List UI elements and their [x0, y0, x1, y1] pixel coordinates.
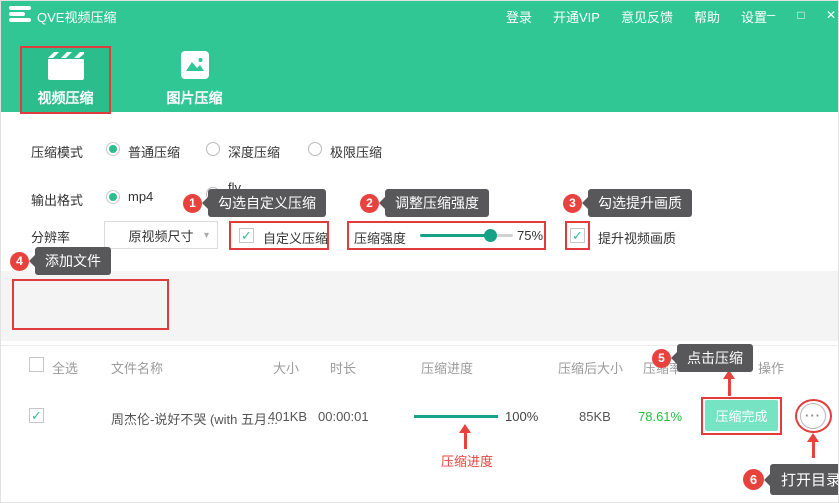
tooltip-5-number: 5: [652, 349, 671, 368]
strength-value: 75%: [517, 228, 543, 243]
film-clapper-icon: [47, 51, 85, 83]
tooltip-6: 6 打开目录: [743, 464, 839, 495]
radio-extreme-compress[interactable]: [308, 142, 322, 156]
strength-slider[interactable]: [420, 234, 513, 237]
app-title: QVE视频压缩: [37, 7, 116, 26]
row-duration: 00:00:01: [318, 409, 369, 424]
topbar-links: 登录 开通VIP 意见反馈 帮助 设置: [506, 7, 767, 26]
tooltip-4-number: 4: [10, 252, 29, 271]
header-size: 大小: [273, 358, 299, 377]
radio-mp4-label[interactable]: mp4: [128, 189, 153, 204]
select-all-checkbox[interactable]: [29, 357, 44, 372]
radio-normal-label[interactable]: 普通压缩: [128, 142, 180, 161]
app-logo-icon: [9, 6, 31, 23]
header-duration: 时长: [330, 358, 356, 377]
table-row: 周杰伦-说好不哭 (with 五月... 401KB 00:00:01 100%…: [1, 393, 839, 441]
row-file-name: 周杰伦-说好不哭 (with 五月...: [111, 409, 278, 428]
header-action: 操作: [758, 358, 784, 377]
tooltip-5: 5 点击压缩: [652, 344, 753, 372]
arrow-to-more-button: [807, 433, 819, 458]
header-file-name: 文件名称: [111, 358, 163, 377]
arrow-to-compress-button: [723, 370, 735, 396]
image-icon: [181, 51, 209, 79]
tooltip-4-text: 添加文件: [35, 247, 111, 275]
format-label: 输出格式: [31, 190, 83, 209]
more-actions-button[interactable]: ···: [800, 403, 826, 429]
header-after-size: 压缩后大小: [558, 358, 623, 377]
resolution-dropdown[interactable]: 原视频尺寸 ▾: [104, 221, 218, 249]
feedback-link[interactable]: 意见反馈: [621, 7, 673, 26]
custom-compress-checkbox[interactable]: [239, 228, 254, 243]
tab-image-label: 图片压缩: [149, 88, 240, 108]
tooltip-4: 4 添加文件: [10, 247, 111, 275]
radio-normal-compress[interactable]: [106, 142, 120, 156]
annotation-box-add-video: [12, 279, 169, 330]
tooltip-3: 3 勾选提升画质: [563, 189, 692, 217]
tooltip-1-text: 勾选自定义压缩: [208, 189, 326, 217]
row-ratio: 78.61%: [638, 409, 682, 424]
tooltip-1-number: 1: [183, 194, 202, 213]
mode-label: 压缩模式: [31, 142, 83, 161]
tab-video-compress[interactable]: 视频压缩: [20, 46, 111, 114]
file-toolbar: 添加视频文件 选择文件夹，导入要压缩的视频 一键压缩: [1, 271, 839, 341]
tooltip-2: 2 调整压缩强度: [360, 189, 489, 217]
row-size: 401KB: [268, 409, 307, 424]
app-window: QVE视频压缩 登录 开通VIP 意见反馈 帮助 设置 ─ □ ✕ 视频压缩: [0, 0, 839, 503]
arrow-to-progress-bar: [459, 424, 471, 449]
tooltip-2-text: 调整压缩强度: [385, 189, 489, 217]
strength-slider-knob[interactable]: [484, 229, 497, 242]
minimize-icon[interactable]: ─: [764, 8, 778, 22]
strength-label: 压缩强度: [354, 228, 406, 247]
compress-done-button[interactable]: 压缩完成: [705, 400, 778, 431]
enhance-quality-checkbox[interactable]: [570, 228, 585, 243]
tooltip-3-text: 勾选提升画质: [588, 189, 692, 217]
radio-extreme-label[interactable]: 极限压缩: [330, 142, 382, 161]
help-link[interactable]: 帮助: [694, 7, 720, 26]
window-controls: ─ □ ✕: [764, 1, 838, 28]
radio-deep-label[interactable]: 深度压缩: [228, 142, 280, 161]
chevron-down-icon: ▾: [204, 230, 209, 241]
strength-slider-fill: [420, 234, 490, 237]
vip-link[interactable]: 开通VIP: [553, 7, 600, 26]
row-progress-percent: 100%: [505, 409, 538, 424]
tooltip-2-number: 2: [360, 194, 379, 213]
close-icon[interactable]: ✕: [824, 8, 838, 22]
tooltip-1: 1 勾选自定义压缩: [183, 189, 326, 217]
row-checkbox[interactable]: [29, 408, 44, 423]
tooltip-6-number: 6: [743, 469, 764, 490]
row-progress-bar: [414, 415, 498, 418]
row-after-size: 85KB: [579, 409, 611, 424]
tooltip-3-number: 3: [563, 194, 582, 213]
radio-mp4[interactable]: [106, 190, 120, 204]
select-all-label[interactable]: 全选: [52, 358, 78, 377]
header-progress: 压缩进度: [421, 358, 473, 377]
resolution-label: 分辨率: [31, 227, 70, 246]
enhance-quality-label[interactable]: 提升视频画质: [598, 228, 676, 247]
login-link[interactable]: 登录: [506, 7, 532, 26]
tab-image-compress[interactable]: 图片压缩: [149, 46, 240, 114]
progress-annotation-label: 压缩进度: [441, 451, 493, 470]
custom-compress-label[interactable]: 自定义压缩: [263, 228, 328, 247]
tab-strip: 视频压缩 图片压缩: [1, 28, 839, 112]
title-bar: QVE视频压缩 登录 开通VIP 意见反馈 帮助 设置 ─ □ ✕: [1, 1, 839, 28]
radio-deep-compress[interactable]: [206, 142, 220, 156]
maximize-icon[interactable]: □: [794, 8, 808, 22]
tooltip-5-text: 点击压缩: [677, 344, 753, 372]
resolution-value: 原视频尺寸: [128, 226, 193, 245]
tab-video-label: 视频压缩: [20, 88, 111, 108]
tooltip-6-text: 打开目录: [770, 464, 839, 495]
